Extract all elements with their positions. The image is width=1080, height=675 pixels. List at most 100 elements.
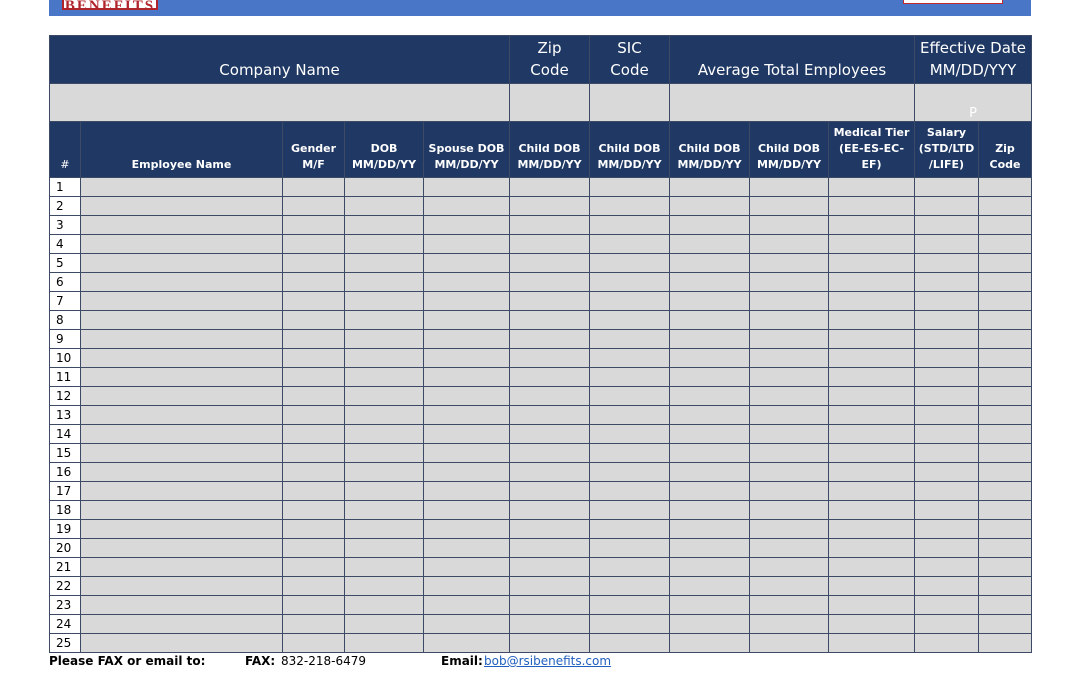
spouse-dob-cell[interactable]	[423, 272, 510, 292]
medical-tier-cell[interactable]	[828, 557, 915, 577]
medical-tier-cell[interactable]	[828, 253, 915, 273]
zip-code-cell[interactable]	[978, 348, 1032, 368]
child-dob-cell-1[interactable]	[509, 348, 590, 368]
child-dob-cell-3[interactable]	[669, 253, 750, 273]
child-dob-cell-4[interactable]	[749, 291, 829, 311]
dob-cell[interactable]	[344, 614, 424, 634]
child-dob-cell-2[interactable]	[589, 481, 670, 501]
spouse-dob-cell[interactable]	[423, 595, 510, 615]
child-dob-cell-3[interactable]	[669, 614, 750, 634]
sic-code-field[interactable]	[589, 83, 670, 122]
zip-code-cell[interactable]	[978, 196, 1032, 216]
salary-cell[interactable]	[914, 291, 979, 311]
child-dob-cell-4[interactable]	[749, 386, 829, 406]
child-dob-cell-3[interactable]	[669, 443, 750, 463]
child-dob-cell-2[interactable]	[589, 614, 670, 634]
child-dob-cell-1[interactable]	[509, 557, 590, 577]
salary-cell[interactable]	[914, 348, 979, 368]
dob-cell[interactable]	[344, 196, 424, 216]
child-dob-cell-3[interactable]	[669, 196, 750, 216]
child-dob-cell-2[interactable]	[589, 557, 670, 577]
child-dob-cell-4[interactable]	[749, 595, 829, 615]
child-dob-cell-4[interactable]	[749, 462, 829, 482]
company-zip-field[interactable]	[509, 83, 590, 122]
salary-cell[interactable]	[914, 177, 979, 197]
child-dob-cell-1[interactable]	[509, 177, 590, 197]
child-dob-cell-2[interactable]	[589, 329, 670, 349]
employee-name-cell[interactable]	[80, 348, 283, 368]
zip-code-cell[interactable]	[978, 215, 1032, 235]
spouse-dob-cell[interactable]	[423, 538, 510, 558]
child-dob-cell-2[interactable]	[589, 348, 670, 368]
gender-cell[interactable]	[282, 519, 345, 539]
child-dob-cell-4[interactable]	[749, 215, 829, 235]
email-link[interactable]: bob@rsibenefits.com	[484, 654, 611, 668]
gender-cell[interactable]	[282, 329, 345, 349]
child-dob-cell-1[interactable]	[509, 310, 590, 330]
employee-name-cell[interactable]	[80, 519, 283, 539]
child-dob-cell-4[interactable]	[749, 424, 829, 444]
child-dob-cell-3[interactable]	[669, 291, 750, 311]
child-dob-cell-4[interactable]	[749, 576, 829, 596]
child-dob-cell-1[interactable]	[509, 595, 590, 615]
medical-tier-cell[interactable]	[828, 310, 915, 330]
gender-cell[interactable]	[282, 310, 345, 330]
child-dob-cell-1[interactable]	[509, 196, 590, 216]
child-dob-cell-1[interactable]	[509, 576, 590, 596]
dob-cell[interactable]	[344, 519, 424, 539]
salary-cell[interactable]	[914, 557, 979, 577]
zip-code-cell[interactable]	[978, 253, 1032, 273]
dob-cell[interactable]	[344, 215, 424, 235]
salary-cell[interactable]	[914, 481, 979, 501]
child-dob-cell-1[interactable]	[509, 405, 590, 425]
spouse-dob-cell[interactable]	[423, 367, 510, 387]
medical-tier-cell[interactable]	[828, 500, 915, 520]
dob-cell[interactable]	[344, 367, 424, 387]
child-dob-cell-4[interactable]	[749, 234, 829, 254]
spouse-dob-cell[interactable]	[423, 424, 510, 444]
zip-code-cell[interactable]	[978, 329, 1032, 349]
medical-tier-cell[interactable]	[828, 424, 915, 444]
employee-name-cell[interactable]	[80, 405, 283, 425]
medical-tier-cell[interactable]	[828, 348, 915, 368]
child-dob-cell-3[interactable]	[669, 367, 750, 387]
dob-cell[interactable]	[344, 348, 424, 368]
dob-cell[interactable]	[344, 538, 424, 558]
child-dob-cell-4[interactable]	[749, 500, 829, 520]
child-dob-cell-2[interactable]	[589, 443, 670, 463]
child-dob-cell-3[interactable]	[669, 462, 750, 482]
spouse-dob-cell[interactable]	[423, 500, 510, 520]
child-dob-cell-3[interactable]	[669, 348, 750, 368]
child-dob-cell-3[interactable]	[669, 234, 750, 254]
gender-cell[interactable]	[282, 348, 345, 368]
child-dob-cell-2[interactable]	[589, 177, 670, 197]
gender-cell[interactable]	[282, 443, 345, 463]
child-dob-cell-3[interactable]	[669, 538, 750, 558]
employee-name-cell[interactable]	[80, 367, 283, 387]
employee-name-cell[interactable]	[80, 386, 283, 406]
medical-tier-cell[interactable]	[828, 633, 915, 653]
child-dob-cell-4[interactable]	[749, 310, 829, 330]
spouse-dob-cell[interactable]	[423, 443, 510, 463]
spouse-dob-cell[interactable]	[423, 386, 510, 406]
salary-cell[interactable]	[914, 215, 979, 235]
employee-name-cell[interactable]	[80, 291, 283, 311]
child-dob-cell-4[interactable]	[749, 538, 829, 558]
spouse-dob-cell[interactable]	[423, 177, 510, 197]
child-dob-cell-3[interactable]	[669, 595, 750, 615]
child-dob-cell-4[interactable]	[749, 348, 829, 368]
zip-code-cell[interactable]	[978, 386, 1032, 406]
salary-cell[interactable]	[914, 386, 979, 406]
medical-tier-cell[interactable]	[828, 462, 915, 482]
child-dob-cell-2[interactable]	[589, 253, 670, 273]
employee-name-cell[interactable]	[80, 557, 283, 577]
salary-cell[interactable]	[914, 272, 979, 292]
employee-name-cell[interactable]	[80, 234, 283, 254]
zip-code-cell[interactable]	[978, 424, 1032, 444]
child-dob-cell-3[interactable]	[669, 424, 750, 444]
medical-tier-cell[interactable]	[828, 196, 915, 216]
child-dob-cell-1[interactable]	[509, 424, 590, 444]
child-dob-cell-1[interactable]	[509, 272, 590, 292]
dob-cell[interactable]	[344, 291, 424, 311]
zip-code-cell[interactable]	[978, 481, 1032, 501]
